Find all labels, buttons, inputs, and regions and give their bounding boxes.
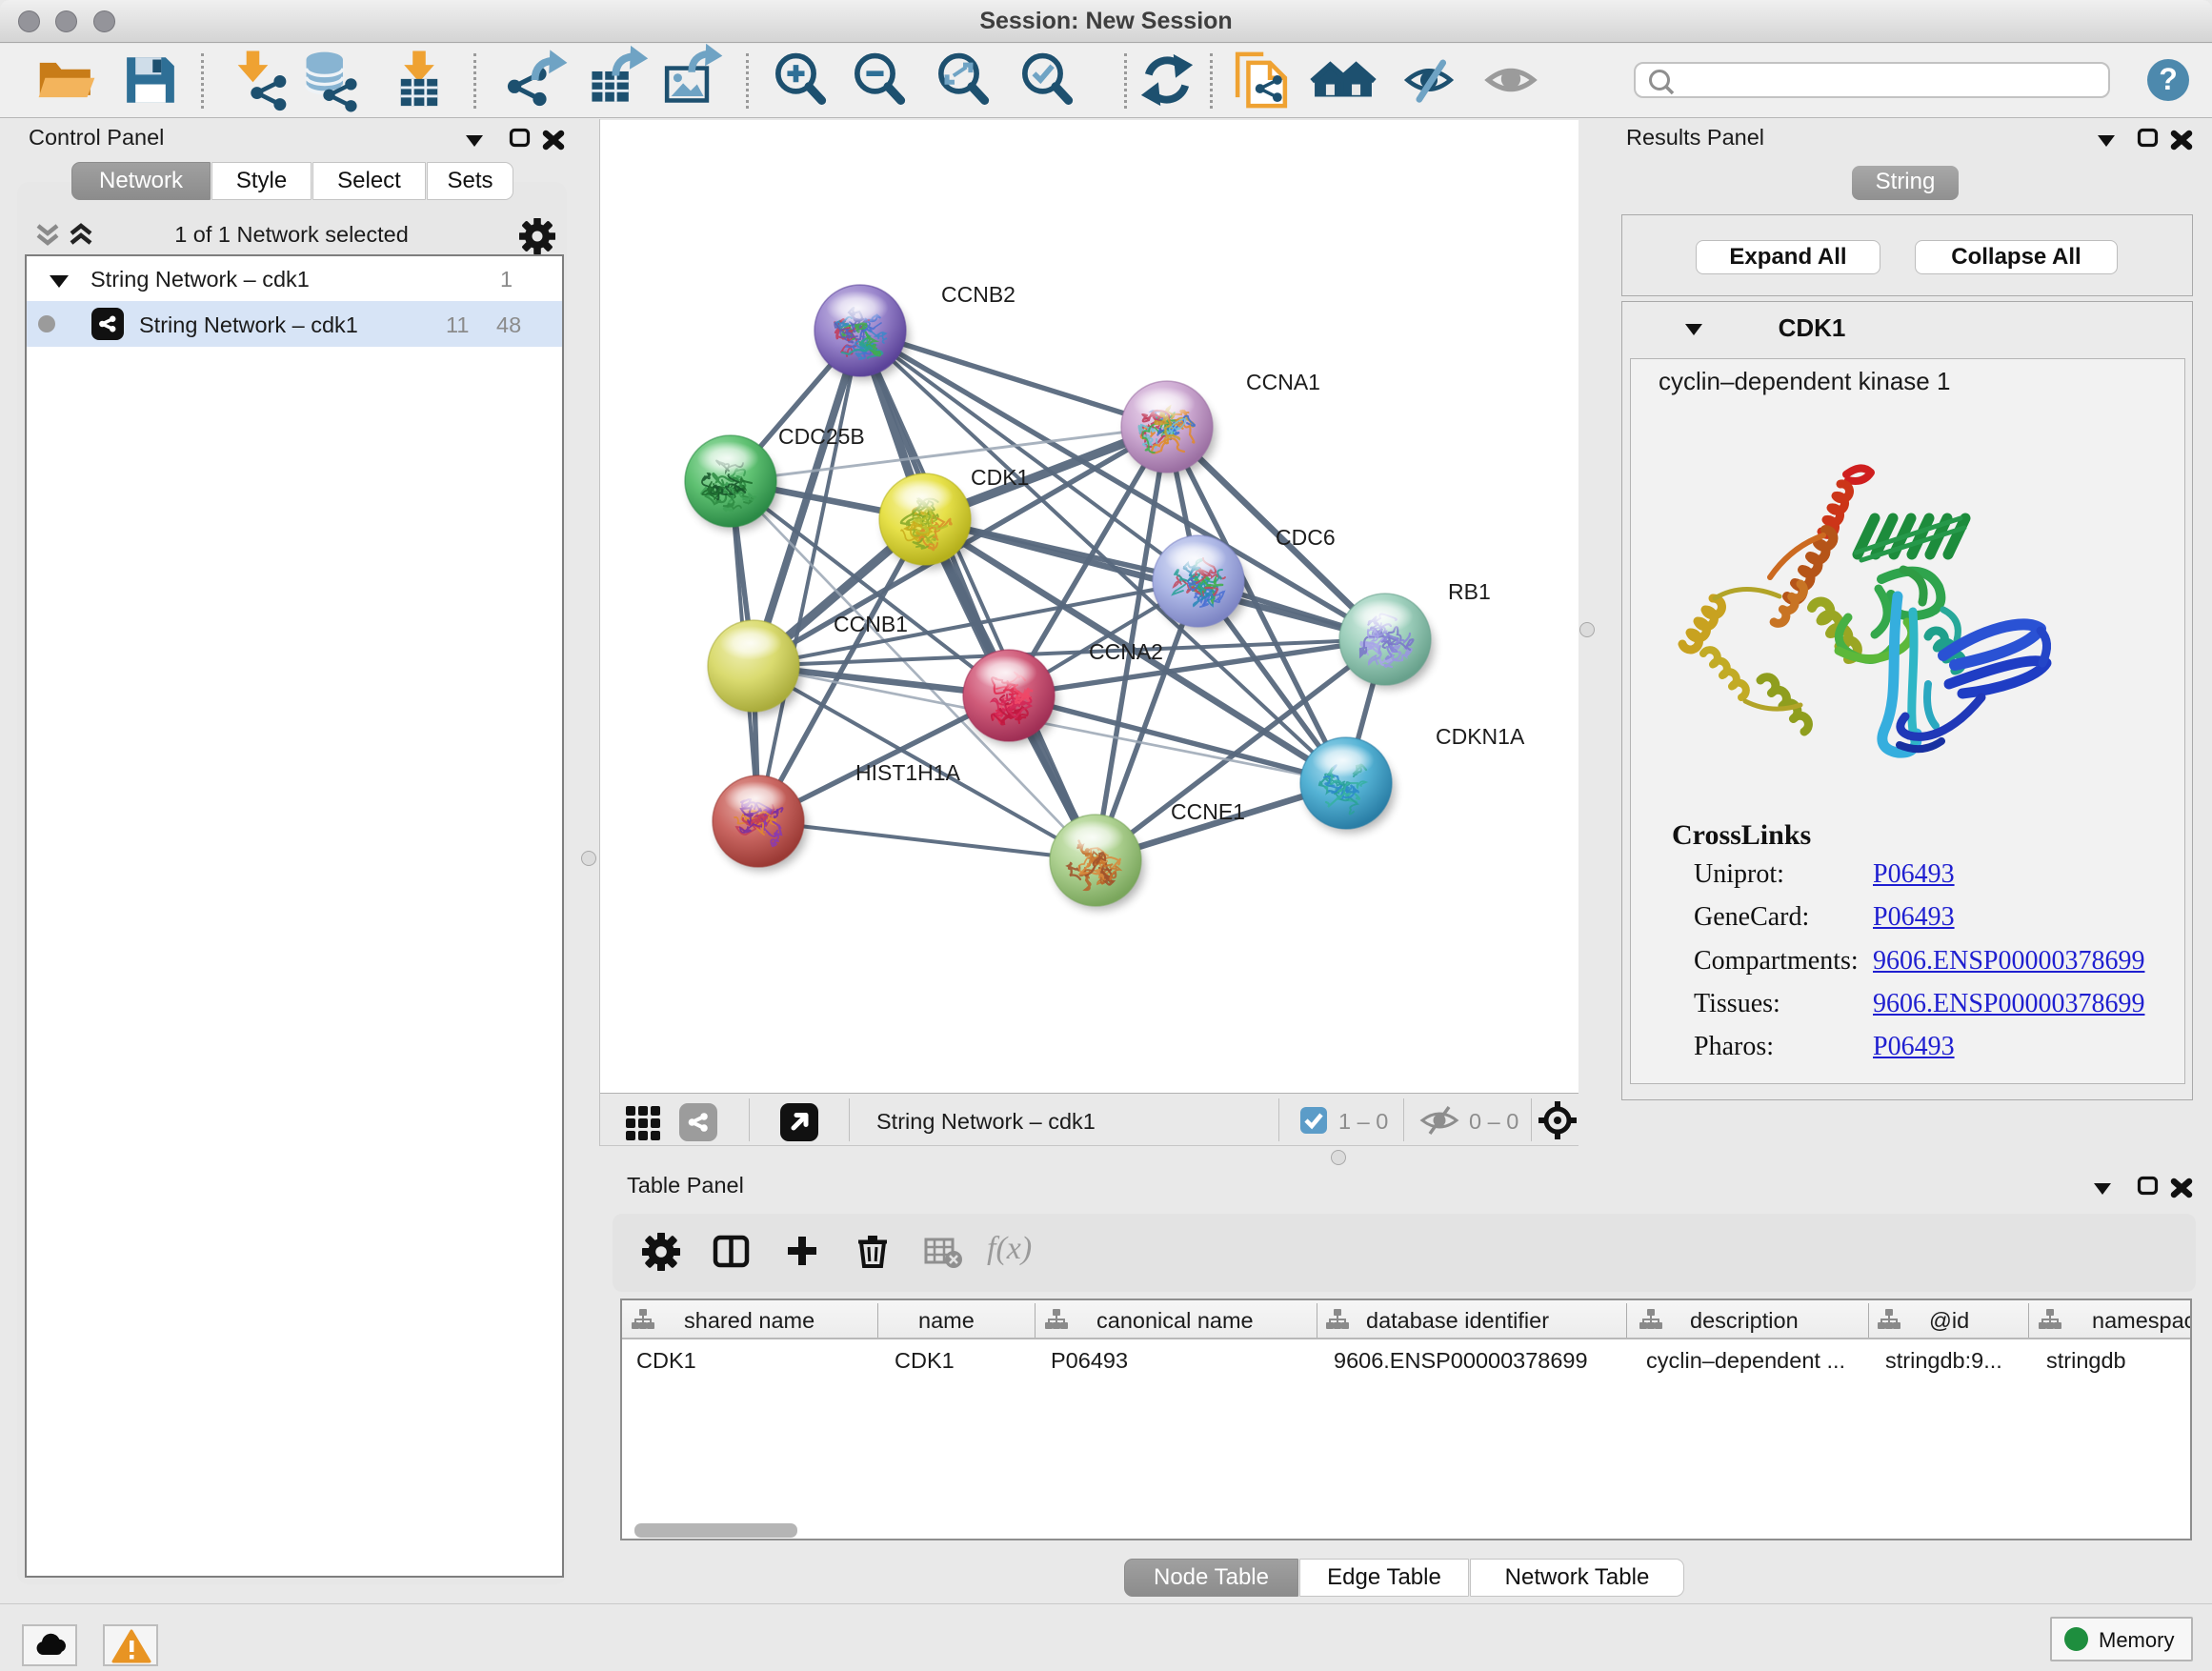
svg-text:CCNB2: CCNB2 <box>941 282 1016 307</box>
svg-text:CDK1: CDK1 <box>971 465 1029 490</box>
svg-text:CCNE1: CCNE1 <box>1171 799 1245 824</box>
svg-text:HIST1H1A: HIST1H1A <box>855 760 961 785</box>
svg-text:CDKN1A: CDKN1A <box>1436 724 1525 749</box>
svg-text:CDC6: CDC6 <box>1276 525 1336 550</box>
svg-text:CCNB1: CCNB1 <box>834 612 908 636</box>
svg-text:?: ? <box>2159 62 2178 96</box>
svg-text:CCNA2: CCNA2 <box>1089 639 1163 664</box>
svg-text:RB1: RB1 <box>1448 579 1491 604</box>
svg-text:CDC25B: CDC25B <box>778 424 865 449</box>
svg-text:CCNA1: CCNA1 <box>1246 370 1320 394</box>
